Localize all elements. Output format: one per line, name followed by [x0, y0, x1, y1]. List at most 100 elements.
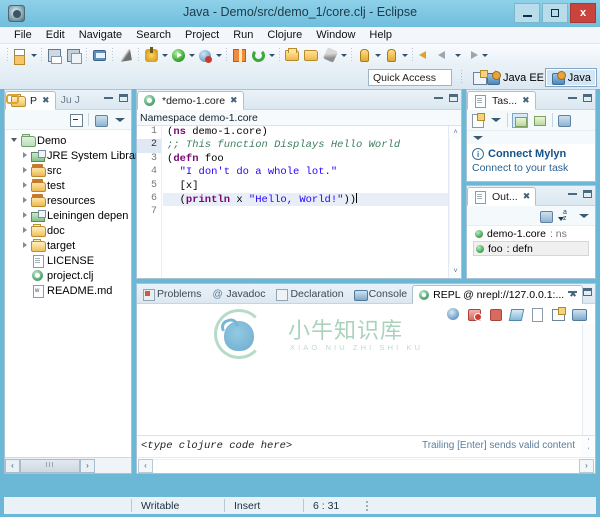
- minimize-icon[interactable]: [104, 97, 113, 99]
- expand-arrow-icon[interactable]: [20, 240, 31, 251]
- scroll-left-button[interactable]: ‹: [5, 458, 20, 473]
- menu-run[interactable]: Run: [226, 28, 260, 42]
- interrupt-evaluation-icon[interactable]: [467, 307, 482, 321]
- perspective-java[interactable]: Java: [544, 68, 597, 87]
- run-icon[interactable]: [170, 47, 187, 64]
- next-annotation-dropdown-icon[interactable]: [374, 47, 381, 63]
- close-icon[interactable]: ✖: [523, 191, 531, 202]
- code-text[interactable]: (ns demo-1.core);; This function Display…: [163, 126, 448, 278]
- toggle-mark-occurrences-icon[interactable]: [117, 47, 134, 64]
- tree-item-doc[interactable]: doc: [8, 223, 131, 238]
- new-task-icon[interactable]: [471, 113, 485, 128]
- code-line[interactable]: ;; This function Displays Hello World: [163, 139, 448, 152]
- back-history-icon[interactable]: [417, 47, 434, 64]
- tab-declaration[interactable]: Declaration: [270, 284, 348, 303]
- build-dropdown-icon[interactable]: [340, 47, 347, 63]
- scheduled-presentation-icon[interactable]: [532, 113, 548, 128]
- clear-icon[interactable]: [509, 307, 524, 321]
- scroll-down-button[interactable]: ˅: [449, 265, 461, 278]
- repl-output-scrollbar[interactable]: [582, 324, 595, 435]
- code-line[interactable]: "I don't do a whole lot.": [163, 166, 448, 179]
- forward-dropdown-icon[interactable]: [481, 47, 488, 63]
- scroll-right-button[interactable]: ›: [80, 458, 95, 473]
- tab-repl[interactable]: REPL @ nrepl://127.0.0.1:... ✖: [412, 285, 583, 304]
- build-icon[interactable]: [322, 46, 339, 64]
- menu-edit[interactable]: Edit: [39, 28, 72, 42]
- previous-annotation-dropdown-icon[interactable]: [401, 47, 408, 63]
- close-icon[interactable]: ✖: [230, 95, 238, 106]
- tab-console[interactable]: Console: [349, 284, 413, 303]
- next-annotation-icon[interactable]: [356, 47, 373, 64]
- tab-outline[interactable]: Out... ✖: [467, 187, 537, 206]
- expand-arrow-icon[interactable]: [20, 225, 31, 236]
- repl-input[interactable]: <type clojure code here> Trailing [Enter…: [137, 435, 595, 458]
- menu-file[interactable]: File: [7, 28, 39, 42]
- code-line[interactable]: [x]: [163, 180, 448, 193]
- tree-item-target[interactable]: target: [8, 238, 131, 253]
- collapse-all-icon[interactable]: [69, 113, 83, 127]
- display-console-icon[interactable]: [572, 307, 587, 321]
- minimize-icon[interactable]: [568, 97, 577, 99]
- scroll-thumb[interactable]: III: [20, 458, 80, 473]
- sort-icon[interactable]: [558, 209, 572, 223]
- expand-arrow-icon[interactable]: [20, 150, 31, 161]
- code-line[interactable]: (ns demo-1.core): [163, 126, 448, 139]
- minimize-icon[interactable]: [568, 193, 577, 195]
- link-with-editor-icon[interactable]: [6, 92, 19, 104]
- back-icon[interactable]: [436, 47, 453, 64]
- view-menu-icon[interactable]: [467, 131, 595, 144]
- refresh-icon[interactable]: [250, 47, 267, 64]
- expand-arrow-icon[interactable]: [20, 195, 31, 206]
- run-dropdown-icon[interactable]: [188, 47, 195, 63]
- tree-item-demo[interactable]: Demo: [8, 133, 131, 148]
- search-input[interactable]: Quick Access: [368, 69, 452, 86]
- print-icon[interactable]: [91, 47, 108, 64]
- maximize-icon[interactable]: [583, 94, 592, 102]
- save-icon[interactable]: [46, 47, 63, 64]
- package-explorer-hscrollbar[interactable]: ‹ III ›: [5, 457, 131, 473]
- terminate-icon[interactable]: [488, 307, 503, 321]
- new-repl-icon[interactable]: [551, 307, 566, 321]
- menu-project[interactable]: Project: [178, 28, 226, 42]
- maximize-icon[interactable]: [583, 288, 592, 296]
- menu-search[interactable]: Search: [129, 28, 178, 42]
- debug-dropdown-icon[interactable]: [161, 47, 168, 63]
- tree-item-leiningen-dependencies[interactable]: Leiningen depen: [8, 208, 131, 223]
- menu-help[interactable]: Help: [362, 28, 399, 42]
- code-line[interactable]: (defn foo: [163, 153, 448, 166]
- maximize-icon[interactable]: [583, 190, 592, 198]
- maximize-icon[interactable]: [449, 94, 458, 102]
- scroll-track[interactable]: [449, 139, 461, 265]
- expand-arrow-icon[interactable]: [20, 165, 31, 176]
- editor-body[interactable]: 1 2 3 4 5 6 7 (ns demo-1.core);; This fu…: [137, 126, 461, 278]
- forward-icon[interactable]: [463, 47, 480, 64]
- refresh-dropdown-icon[interactable]: [268, 47, 275, 63]
- minimize-button[interactable]: [514, 3, 540, 23]
- tree-item-license[interactable]: LICENSE: [8, 253, 131, 268]
- open-resource-icon[interactable]: [303, 47, 320, 64]
- profile-icon[interactable]: [197, 47, 214, 64]
- focus-on-workweek-icon[interactable]: [557, 113, 571, 127]
- connect-mylyn-panel[interactable]: i Connect Mylyn Connect to your task: [467, 144, 595, 174]
- tab-task-list[interactable]: Tas... ✖: [467, 91, 536, 110]
- tree-item-readme-md[interactable]: README.md: [8, 283, 131, 298]
- perspective-java-ee[interactable]: Java EE: [481, 68, 549, 87]
- tree-item-resources[interactable]: resources: [8, 193, 131, 208]
- expand-arrow-icon[interactable]: [10, 135, 21, 146]
- breadcrumb[interactable]: Namespace demo-1.core: [137, 110, 461, 126]
- back-dropdown-icon[interactable]: [454, 47, 461, 63]
- expand-arrow-icon[interactable]: [20, 180, 31, 191]
- scroll-right-button[interactable]: ›: [579, 458, 594, 473]
- tab-junit[interactable]: Ju J: [56, 90, 85, 109]
- new-wizard-icon[interactable]: [12, 47, 29, 65]
- minimize-icon[interactable]: [568, 291, 577, 293]
- debug-icon[interactable]: [143, 46, 160, 64]
- tree-item-project-clj[interactable]: project.clj: [8, 268, 131, 283]
- repl-input-scrollbar[interactable]: ʼ ʻ: [582, 436, 595, 458]
- scroll-left-button[interactable]: ‹: [138, 458, 153, 473]
- view-dropdown-icon[interactable]: [577, 209, 591, 223]
- close-icon[interactable]: ✖: [522, 95, 530, 106]
- reconnect-icon[interactable]: [446, 307, 461, 321]
- editor-vertical-scrollbar[interactable]: ˄ ˅: [448, 126, 461, 278]
- tab-demo-1-core[interactable]: *demo-1.core ✖: [137, 91, 244, 110]
